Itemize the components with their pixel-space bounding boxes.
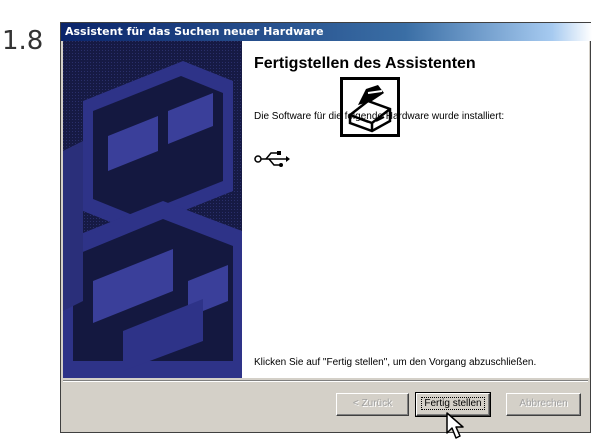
hardware-banner-art xyxy=(63,41,242,378)
installed-hardware-text: Die Software für die folgende Hardware w… xyxy=(254,111,505,122)
window-title: Assistent für das Suchen neuer Hardware xyxy=(65,25,324,38)
mouse-pointer-icon xyxy=(446,412,464,439)
page-heading: Fertigstellen des Assistenten xyxy=(254,55,476,72)
wizard-side-banner xyxy=(63,41,242,378)
button-separator xyxy=(63,380,588,382)
title-bar-fade xyxy=(552,23,592,41)
finish-button-label: Fertig stellen xyxy=(421,397,485,410)
finish-instruction-text: Klicken Sie auf "Fertig stellen", um den… xyxy=(254,357,537,368)
cancel-button[interactable]: Abbrechen xyxy=(506,393,581,416)
wizard-content: Fertigstellen des Assistenten Die Softwa… xyxy=(242,41,589,378)
title-bar[interactable]: Assistent für das Suchen neuer Hardware xyxy=(61,23,552,41)
usb-icon xyxy=(254,151,290,167)
hardware-wizard-icon xyxy=(338,75,402,139)
back-button[interactable]: < Zurück xyxy=(336,393,409,416)
wizard-dialog: Assistent für das Suchen neuer Hardware xyxy=(60,22,592,433)
step-number: 1.8 xyxy=(2,26,44,56)
